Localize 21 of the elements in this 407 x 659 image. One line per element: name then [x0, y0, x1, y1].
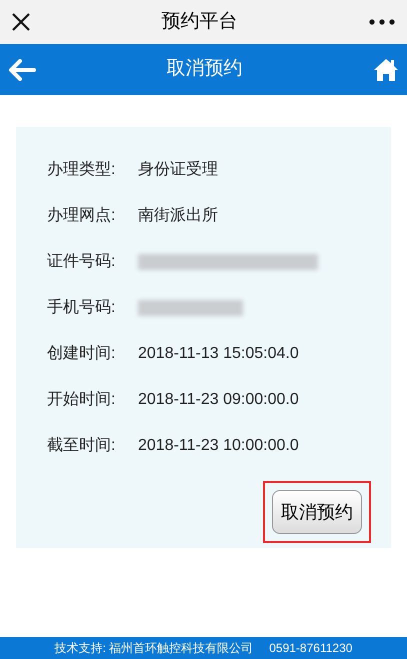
field-value: 2018-11-23 10:00:00.0	[138, 436, 299, 456]
more-icon[interactable]	[369, 19, 395, 25]
page-title: 取消预约	[166, 57, 242, 82]
footer-text: 技术支持: 福州首环触控科技有限公司	[54, 640, 254, 657]
field-value: 南街派出所	[138, 206, 218, 226]
close-icon[interactable]	[12, 13, 30, 31]
field-value: 2018-11-23 09:00:00.0	[138, 390, 299, 410]
field-label: 创建时间:	[47, 344, 116, 364]
field-label: 证件号码:	[47, 252, 116, 272]
phone-number: 0591-87611230	[269, 640, 352, 657]
home-icon[interactable]	[373, 58, 399, 82]
back-arrow-icon[interactable]	[8, 58, 36, 80]
window-title: 预约平台	[162, 10, 238, 34]
field-label: 开始时间:	[47, 390, 116, 410]
field-label: 办理网点:	[47, 206, 116, 226]
cancel-button[interactable]: 取消预约	[272, 490, 362, 534]
field-label: 办理类型:	[47, 160, 116, 180]
field-value: 2018-11-13 15:05:04.0	[138, 344, 299, 364]
field-label: 手机号码:	[47, 298, 116, 318]
field-value: 身份证受理	[138, 160, 218, 180]
field-label: 截至时间:	[47, 436, 116, 456]
